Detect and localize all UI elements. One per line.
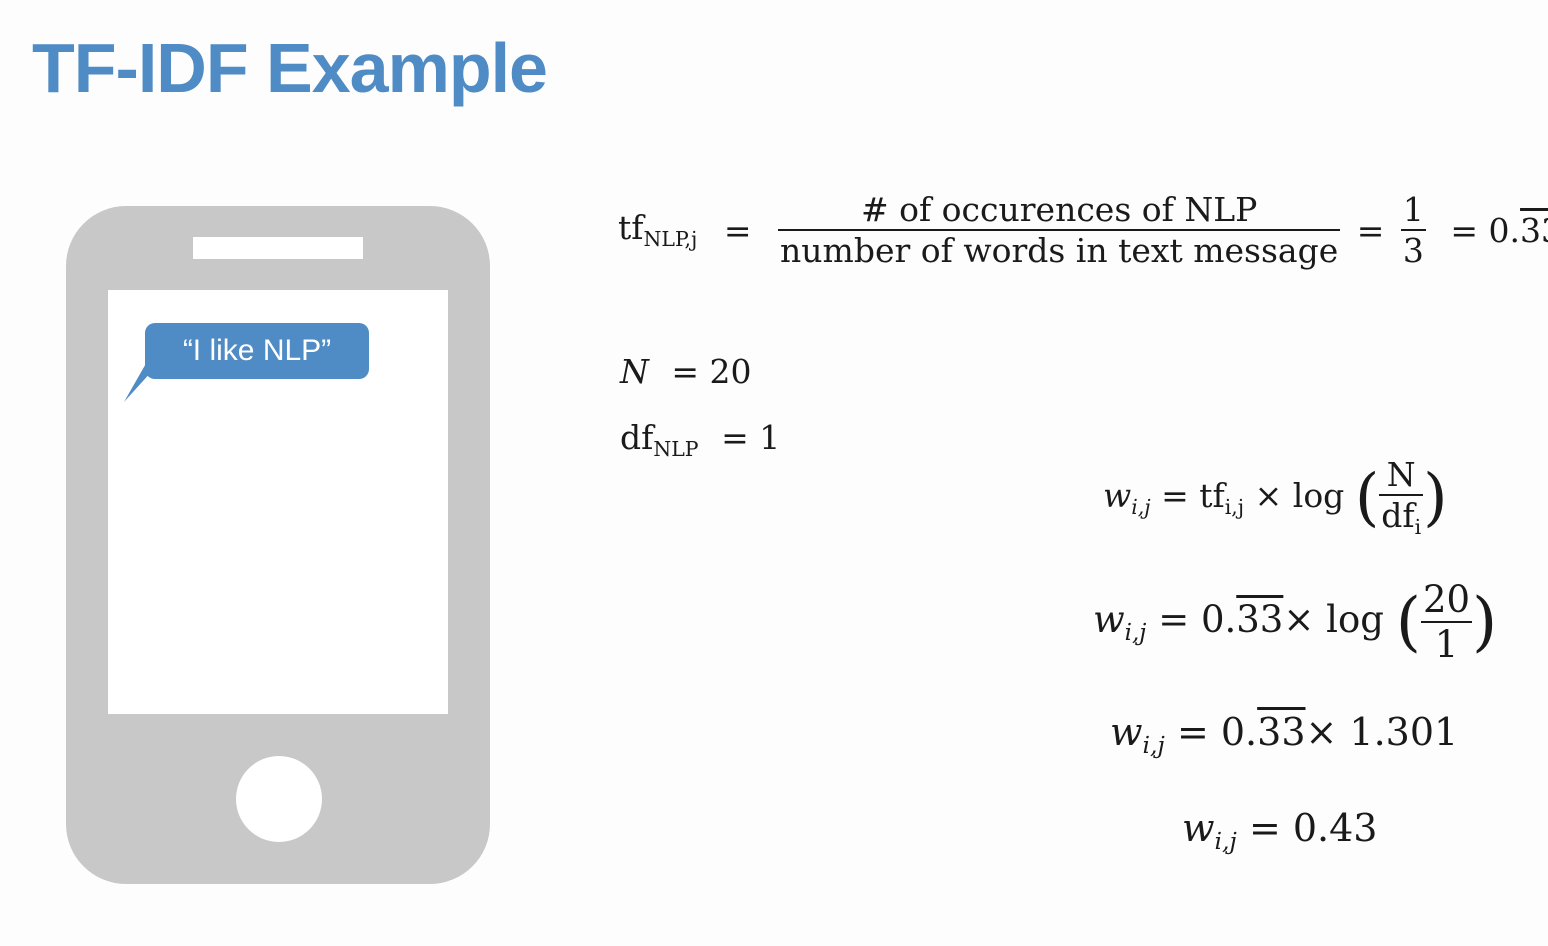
df-label: df bbox=[620, 418, 654, 457]
tf-numerator: # of occurences of NLP bbox=[778, 190, 1341, 231]
w2-sub: i,j bbox=[1124, 620, 1147, 646]
n-label: N bbox=[620, 352, 649, 391]
phone-speaker bbox=[193, 237, 363, 259]
w-formula: wi,j = tfi,j × log ( N dfi ) bbox=[1103, 455, 1448, 540]
w4-w: w bbox=[1182, 806, 1215, 850]
w2-den: 1 bbox=[1434, 623, 1459, 666]
tf-fraction: # of occurences of NLP number of words i… bbox=[778, 190, 1341, 270]
w2-repeat: 33 bbox=[1236, 597, 1284, 641]
w1-w: w bbox=[1103, 475, 1132, 515]
w2-w: w bbox=[1093, 597, 1125, 641]
tf-equals-2: = bbox=[1356, 210, 1385, 250]
tf-denominator: number of words in text message bbox=[780, 231, 1339, 270]
w2-num: 20 bbox=[1420, 578, 1473, 623]
w-log-value: wi,j = 0.33× 1.301 bbox=[1110, 710, 1458, 759]
tf-frac-den: 3 bbox=[1402, 231, 1424, 270]
df-sub: NLP bbox=[653, 437, 699, 462]
w2-eq: = 0. bbox=[1158, 597, 1237, 641]
w1-times-log: × log bbox=[1254, 475, 1345, 515]
w2-times-log: × log bbox=[1283, 597, 1384, 641]
w4-sub: i,j bbox=[1214, 827, 1237, 856]
w1-fraction: N dfi bbox=[1379, 455, 1424, 540]
w-result: wi,j = 0.43 bbox=[1182, 806, 1377, 855]
w1-den: df bbox=[1381, 496, 1415, 535]
w3-sub: i,j bbox=[1142, 731, 1165, 760]
tf-one-third: 1 3 bbox=[1400, 190, 1426, 270]
tf-lhs: tf bbox=[618, 208, 644, 248]
w3-w: w bbox=[1110, 710, 1143, 754]
tf-frac-num: 1 bbox=[1400, 190, 1426, 231]
w1-num: N bbox=[1379, 455, 1424, 496]
df-equation: dfNLP = 1 bbox=[620, 418, 780, 461]
w3-repeat: 33 bbox=[1257, 710, 1306, 754]
phone-illustration bbox=[66, 206, 490, 884]
message-text: “I like NLP” bbox=[182, 334, 332, 367]
w1-sub: i,j bbox=[1131, 494, 1151, 519]
df-value: = 1 bbox=[721, 418, 781, 457]
w2-fraction: 20 1 bbox=[1420, 578, 1473, 666]
w-substitution: wi,j = 0.33× log ( 20 1 ) bbox=[1093, 578, 1498, 666]
w3-eq: = 0. bbox=[1176, 710, 1258, 754]
w1-eq: = tf bbox=[1161, 475, 1225, 515]
tf-result-prefix: = 0. bbox=[1450, 210, 1521, 250]
n-equation: N = 20 bbox=[620, 352, 752, 391]
w3-rest: × 1.301 bbox=[1305, 710, 1459, 754]
tf-equation: tfNLP,j = # of occurences of NLP number … bbox=[618, 190, 1548, 270]
w1-den-sub: i bbox=[1414, 515, 1422, 540]
tf-equals: = bbox=[723, 210, 752, 250]
n-value: = 20 bbox=[671, 352, 752, 391]
w1-tf-sub: i,j bbox=[1224, 494, 1245, 519]
tf-result-repeat: 33 bbox=[1520, 210, 1548, 250]
w4-eq: = 0.43 bbox=[1248, 806, 1378, 850]
tf-lhs-sub: NLP,j bbox=[643, 227, 698, 252]
speech-bubble: “I like NLP” bbox=[145, 323, 369, 379]
page-title: TF-IDF Example bbox=[32, 29, 548, 107]
phone-home-button bbox=[236, 756, 322, 842]
